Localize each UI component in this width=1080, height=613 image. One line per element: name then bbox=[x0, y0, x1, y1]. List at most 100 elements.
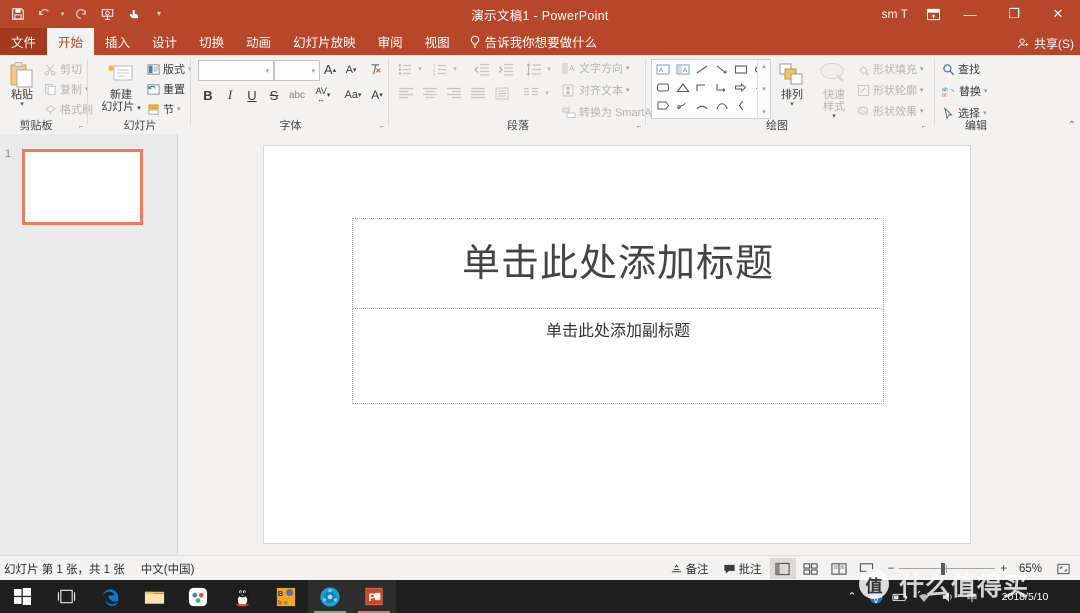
replace-chevron-down-icon[interactable]: ▾ bbox=[984, 87, 988, 95]
save-icon[interactable] bbox=[6, 3, 30, 25]
textbox-shape-icon[interactable]: A bbox=[654, 61, 673, 78]
customize-qat-chevron-down-icon[interactable]: ▾ bbox=[147, 3, 171, 25]
notes-button[interactable]: 备注 bbox=[664, 558, 715, 580]
taskbar-clock[interactable]: 2018/5/10 bbox=[988, 591, 1062, 603]
shape-outline-button[interactable]: 形状轮廓 ▾ bbox=[857, 82, 924, 98]
touch-mode-icon[interactable] bbox=[121, 3, 145, 25]
slide-thumbnail-1[interactable] bbox=[22, 149, 143, 225]
line-spacing-dropdown[interactable]: ▾ bbox=[544, 59, 554, 79]
arrow-shape-icon[interactable] bbox=[713, 61, 732, 78]
char-spacing-chevron-down-icon[interactable]: ▾ bbox=[327, 91, 331, 99]
increase-indent-button[interactable] bbox=[494, 59, 516, 79]
layout-button[interactable]: 版式 ▾ bbox=[147, 61, 192, 77]
font-name-chevron-down-icon[interactable]: ▾ bbox=[265, 67, 273, 75]
tab-review[interactable]: 审阅 bbox=[367, 28, 414, 55]
shape-fill-button[interactable]: 形状填充 ▾ bbox=[857, 61, 924, 77]
zoom-slider-handle[interactable] bbox=[941, 562, 946, 575]
shapes-gallery[interactable]: A A ▴ ▾ ▾ bbox=[651, 59, 771, 119]
align-text-button[interactable]: 对齐文本 ▾ bbox=[562, 82, 630, 98]
title-placeholder[interactable]: 单击此处添加标题 bbox=[352, 218, 884, 309]
vertical-textbox-shape-icon[interactable]: A bbox=[674, 61, 693, 78]
font-dialog-launcher-icon[interactable]: ⌐ bbox=[377, 122, 387, 132]
close-button[interactable]: ✕ bbox=[1036, 0, 1080, 28]
slide-thumbnail-item[interactable] bbox=[22, 149, 143, 225]
ime-icon[interactable]: 中 bbox=[964, 589, 980, 605]
fit-to-window-button[interactable] bbox=[1050, 558, 1076, 579]
new-slide-button[interactable]: 新建 幻灯片 ▾ bbox=[97, 59, 145, 115]
shapes-gallery-scrollbar[interactable]: ▴ ▾ ▾ bbox=[757, 60, 770, 118]
align-text-chevron-down-icon[interactable]: ▾ bbox=[626, 86, 630, 94]
rectangle-shape-icon[interactable] bbox=[732, 61, 751, 78]
character-spacing-button[interactable]: AV ↔ ▾ bbox=[310, 85, 336, 105]
slideshow-icon[interactable] bbox=[95, 3, 119, 25]
battery-icon[interactable] bbox=[892, 589, 908, 605]
clipboard-dialog-launcher-icon[interactable]: ⌐ bbox=[76, 122, 86, 132]
numbering-button[interactable]: 123 bbox=[430, 59, 450, 79]
paragraph-dialog-launcher-icon[interactable]: ⌐ bbox=[634, 122, 644, 132]
tab-slideshow[interactable]: 幻灯片放映 bbox=[282, 28, 367, 55]
tab-home[interactable]: 开始 bbox=[47, 28, 95, 55]
shape-fill-chevron-down-icon[interactable]: ▾ bbox=[920, 65, 924, 73]
share-button[interactable]: 共享(S) bbox=[1017, 35, 1074, 52]
undo-dropdown-icon[interactable]: ▾ bbox=[58, 3, 67, 25]
numbering-dropdown[interactable]: ▾ bbox=[450, 59, 460, 79]
font-name-input[interactable]: ▾ bbox=[198, 60, 274, 81]
tell-me-box[interactable]: 告诉我你想要做什么 bbox=[461, 28, 606, 55]
tab-design[interactable]: 设计 bbox=[141, 28, 188, 55]
triangle-shape-icon[interactable] bbox=[674, 79, 693, 96]
slideshow-button[interactable] bbox=[854, 558, 880, 579]
section-chevron-down-icon[interactable]: ▾ bbox=[177, 105, 181, 113]
underline-button[interactable]: U bbox=[242, 85, 262, 105]
start-button[interactable] bbox=[0, 580, 44, 613]
cut-button[interactable]: 剪切 bbox=[44, 61, 82, 77]
paste-dropdown-chevron-down-icon[interactable]: ▾ bbox=[20, 101, 24, 108]
shape-outline-chevron-down-icon[interactable]: ▾ bbox=[920, 86, 924, 94]
bullets-button[interactable] bbox=[395, 59, 415, 79]
zoom-level-label[interactable]: 65% bbox=[1012, 563, 1042, 575]
reading-view-button[interactable] bbox=[826, 558, 852, 579]
gallery-scroll-down-icon[interactable]: ▾ bbox=[762, 85, 766, 93]
shrink-font-button[interactable]: A ▾ bbox=[342, 60, 360, 79]
show-hidden-icons-button[interactable]: ⌃ bbox=[844, 589, 860, 605]
show-desktop-button[interactable] bbox=[1070, 589, 1076, 605]
file-explorer-button[interactable] bbox=[132, 580, 176, 613]
align-center-button[interactable] bbox=[419, 83, 441, 103]
change-case-button[interactable]: Aa ▾ bbox=[340, 85, 366, 105]
gallery-scroll-up-icon[interactable]: ▴ bbox=[762, 62, 766, 70]
paste-button[interactable]: 粘贴 ▾ bbox=[2, 59, 42, 108]
bold-button[interactable]: B bbox=[198, 85, 218, 105]
replace-button[interactable]: ab ac 替换 ▾ bbox=[942, 83, 988, 99]
text-shadow-button[interactable]: abc bbox=[286, 85, 308, 105]
distributed-align-button[interactable] bbox=[491, 83, 513, 103]
columns-dropdown[interactable]: ▾ bbox=[542, 83, 552, 103]
font-color-chevron-down-icon[interactable]: ▾ bbox=[379, 91, 383, 99]
slide-editing-surface[interactable]: 单击此处添加标题 单击此处添加副标题 bbox=[263, 145, 971, 544]
redo-icon[interactable] bbox=[69, 3, 93, 25]
text-direction-button[interactable]: A 文字方向 ▾ bbox=[562, 60, 630, 76]
clear-formatting-button[interactable] bbox=[364, 59, 384, 79]
minimize-button[interactable]: — bbox=[948, 0, 992, 28]
drawing-dialog-launcher-icon[interactable]: ⌐ bbox=[919, 122, 929, 132]
task-view-button[interactable] bbox=[44, 580, 88, 613]
font-color-button[interactable]: A ▾ bbox=[368, 85, 386, 105]
font-size-chevron-down-icon[interactable]: ▾ bbox=[311, 67, 319, 75]
copy-button[interactable]: 复制 ▾ bbox=[44, 81, 89, 97]
language-label[interactable]: 中文(中国) bbox=[141, 561, 195, 577]
gallery-more-icon[interactable]: ▾ bbox=[762, 108, 766, 116]
align-left-button[interactable] bbox=[395, 83, 417, 103]
zoom-in-button[interactable]: + bbox=[1000, 563, 1007, 575]
arrange-chevron-down-icon[interactable]: ▾ bbox=[790, 101, 794, 108]
network-icon[interactable] bbox=[868, 589, 884, 605]
zoom-slider[interactable] bbox=[899, 562, 996, 575]
section-button[interactable]: 节 ▾ bbox=[147, 101, 181, 117]
volume-icon[interactable] bbox=[940, 589, 956, 605]
zoom-out-button[interactable]: − bbox=[888, 563, 895, 575]
ribbon-display-options-icon[interactable] bbox=[918, 0, 948, 28]
change-case-chevron-down-icon[interactable]: ▾ bbox=[358, 91, 362, 99]
slide-count-label[interactable]: 幻灯片 第 1 张，共 1 张 bbox=[4, 561, 125, 577]
edge-browser-button[interactable] bbox=[88, 580, 132, 613]
restore-button[interactable]: ❐ bbox=[992, 0, 1036, 28]
left-brace-shape-icon[interactable] bbox=[732, 97, 751, 114]
baidu-netdisk-button[interactable] bbox=[176, 580, 220, 613]
find-button[interactable]: 查找 bbox=[942, 61, 980, 77]
